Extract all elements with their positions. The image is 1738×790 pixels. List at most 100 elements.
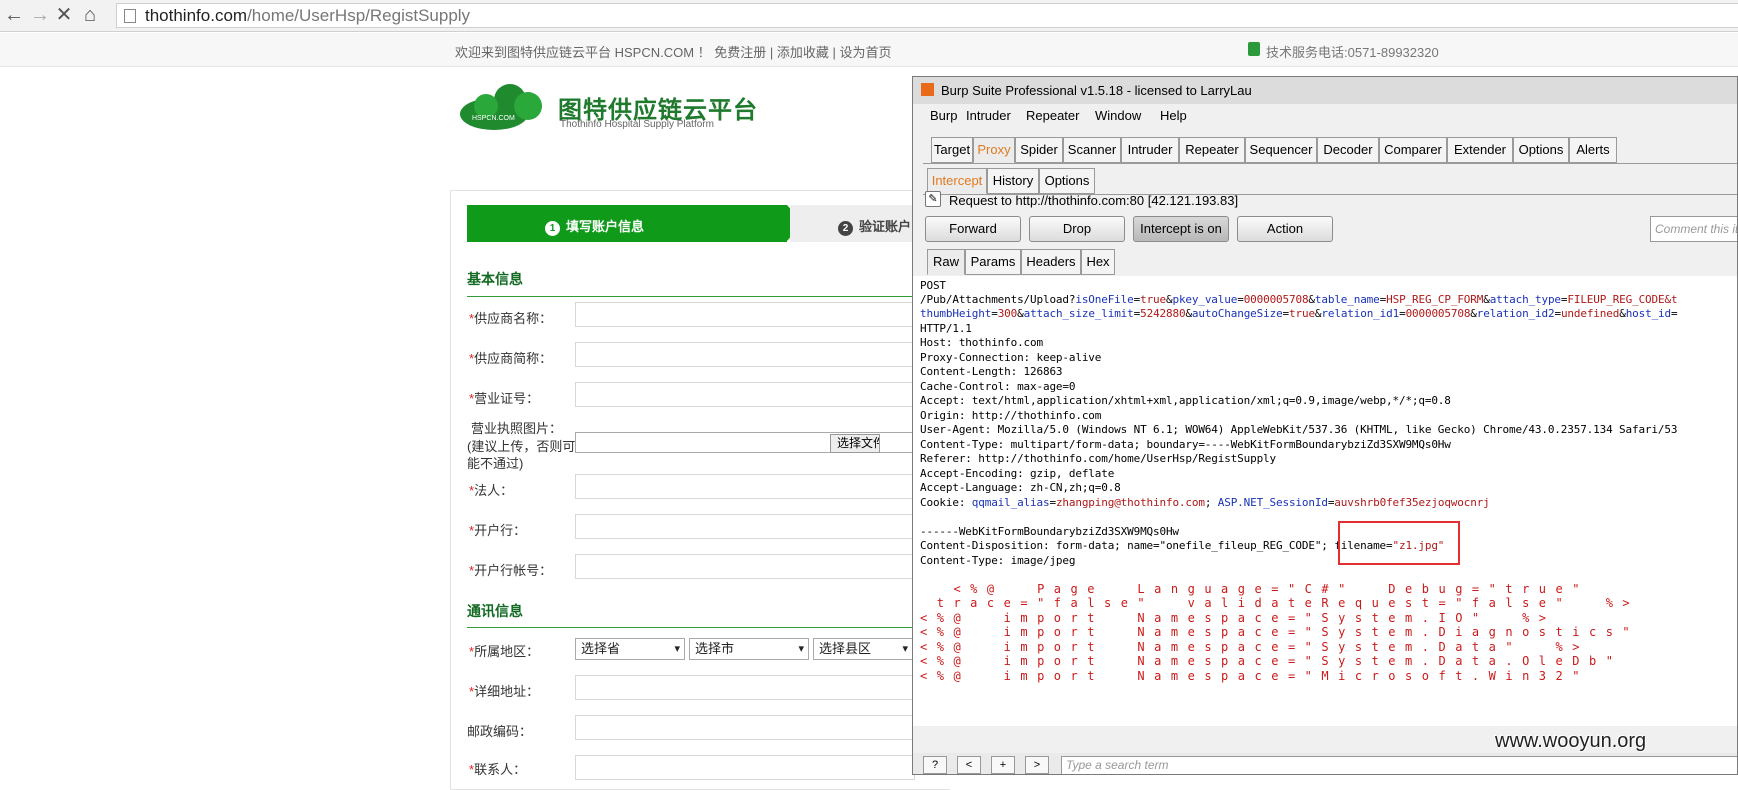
next-button[interactable]: > [1025, 756, 1049, 774]
burp-menubar: Burp Intruder Repeater Window Help [913, 105, 1737, 127]
address-bar[interactable]: thothinfo.com/home/UserHsp/RegistSupply [116, 3, 1738, 28]
label-region: *所属地区： [469, 644, 540, 659]
section-divider [467, 296, 917, 297]
payload-line: <%@ import Namespace="System.Data" %> [920, 640, 1589, 654]
request-editor[interactable]: POST /Pub/Attachments/Upload?isOneFile=t… [913, 276, 1737, 726]
tab-spider[interactable]: Spider [1015, 137, 1063, 163]
support-phone: 技术服务电话:0571-89932320 [1266, 45, 1439, 60]
req-line: thumbHeight=300&attach_size_limit=524288… [920, 307, 1678, 320]
menu-repeater[interactable]: Repeater [1026, 108, 1079, 123]
req-line: Content-Type: multipart/form-data; bound… [920, 438, 1451, 451]
browser-toolbar: ← → ✕ ⌂ thothinfo.com/home/UserHsp/Regis… [0, 0, 1738, 32]
tab-comparer[interactable]: Comparer [1379, 137, 1447, 163]
intercept-toggle-button[interactable]: Intercept is on [1133, 216, 1229, 242]
section-divider [467, 627, 917, 628]
tab-decoder[interactable]: Decoder [1317, 137, 1379, 163]
site-top-strip: 欢迎来到图特供应链云平台 HSPCN.COM ！ 免费注册 | 添加收藏 | 设… [0, 33, 1738, 67]
label-zip: 邮政编码： [467, 724, 533, 739]
home-icon[interactable]: ⌂ [78, 3, 102, 27]
supplier-short-input[interactable] [575, 342, 915, 367]
burp-window: Burp Suite Professional v1.5.18 - licens… [912, 76, 1738, 775]
req-line: Content-Length: 126863 [920, 365, 1063, 378]
burp-logo-icon [921, 83, 934, 96]
site-logo[interactable]: HSPCN.COM [458, 80, 558, 132]
bank-account-input[interactable] [575, 554, 915, 579]
req-line: Cache-Control: max-age=0 [920, 380, 1076, 393]
back-icon[interactable]: ← [2, 3, 26, 27]
prev-button[interactable]: < [957, 756, 981, 774]
zip-input[interactable] [575, 715, 915, 740]
pencil-icon: ✎ [925, 191, 941, 207]
add-button[interactable]: + [991, 756, 1015, 774]
comment-input[interactable]: Comment this item [1650, 216, 1737, 242]
viewtab-raw[interactable]: Raw [927, 249, 965, 275]
bank-input[interactable] [575, 514, 915, 539]
license-no-input[interactable] [575, 382, 915, 407]
menu-help[interactable]: Help [1160, 108, 1187, 123]
req-line: HTTP/1.1 [920, 322, 972, 335]
tab-alerts[interactable]: Alerts [1569, 137, 1617, 163]
watermark: www.wooyun.org [1495, 730, 1647, 752]
viewtab-headers[interactable]: Headers [1021, 249, 1081, 275]
viewtab-hex[interactable]: Hex [1081, 249, 1115, 275]
subtab-history[interactable]: History [987, 168, 1039, 194]
req-line: /Pub/Attachments/Upload?isOneFile=true&p… [920, 293, 1678, 306]
forward-button[interactable]: Forward [925, 216, 1021, 242]
req-line: Content-Type: image/jpeg [920, 554, 1076, 567]
tab-target[interactable]: Target [931, 137, 973, 163]
logo-text: HSPCN.COM [472, 115, 515, 122]
city-select[interactable]: 选择市 [689, 638, 809, 660]
label-supplier-short: *供应商简称： [469, 351, 553, 366]
url-path: /home/UserHsp/RegistSupply [247, 6, 471, 25]
step-1-number: 1 [545, 221, 560, 236]
req-line: Accept: text/html,application/xhtml+xml,… [920, 394, 1451, 407]
license-image-hint: (建议上传，否则可能不通过) [467, 439, 576, 471]
request-target: Request to http://thothinfo.com:80 [42.1… [949, 193, 1239, 208]
req-line: Proxy-Connection: keep-alive [920, 351, 1102, 364]
choose-file-button[interactable]: 选择文件 [830, 434, 880, 453]
subtab-options[interactable]: Options [1039, 168, 1095, 194]
province-select[interactable]: 选择省 [575, 638, 685, 660]
contact-input[interactable] [575, 755, 915, 780]
step-1-text: 填写账户信息 [566, 219, 645, 234]
burp-titlebar: Burp Suite Professional v1.5.18 - licens… [913, 77, 1737, 104]
forward-icon[interactable]: → [28, 3, 52, 27]
tab-intruder[interactable]: Intruder [1121, 137, 1179, 163]
legal-person-input[interactable] [575, 474, 915, 499]
search-input[interactable]: Type a search term [1061, 756, 1737, 774]
help-button[interactable]: ? [923, 756, 947, 774]
burp-title: Burp Suite Professional v1.5.18 - licens… [941, 83, 1252, 98]
req-line: Origin: http://thothinfo.com [920, 409, 1102, 422]
viewtab-params[interactable]: Params [965, 249, 1021, 275]
step-2-label: 2 验证账户 [838, 216, 911, 236]
label-address: *详细地址： [469, 684, 540, 699]
tab-repeater[interactable]: Repeater [1179, 137, 1245, 163]
req-line: User-Agent: Mozilla/5.0 (Windows NT 6.1;… [920, 423, 1678, 436]
payload-line: trace="false" validateRequest="false" %> [920, 596, 1640, 610]
label-license-no: *营业证号： [469, 391, 540, 406]
req-line: ------WebKitFormBoundarybziZd3SXW9MQs0Hw [920, 525, 1179, 538]
url-text: thothinfo.com/home/UserHsp/RegistSupply [145, 4, 470, 28]
payload-line: <%@ Page Language="C#" Debug="true" [920, 582, 1589, 596]
req-line: Cookie: qqmail_alias=zhangping@thothinfo… [920, 496, 1490, 509]
supplier-name-input[interactable] [575, 302, 915, 327]
county-select[interactable]: 选择县区 [813, 638, 913, 660]
tab-proxy[interactable]: Proxy [973, 137, 1015, 163]
payload-line: <%@ import Namespace="Microsoft.Win32" [920, 669, 1589, 683]
menu-window[interactable]: Window [1095, 108, 1141, 123]
label-license-image: 营业执照图片： [471, 421, 563, 436]
drop-button[interactable]: Drop [1029, 216, 1125, 242]
address-input[interactable] [575, 675, 915, 700]
tab-sequencer[interactable]: Sequencer [1245, 137, 1317, 163]
action-button[interactable]: Action [1237, 216, 1333, 242]
welcome-links[interactable]: 欢迎来到图特供应链云平台 HSPCN.COM ！ 免费注册 | 添加收藏 | 设… [455, 42, 891, 61]
step-1-label: 1 填写账户信息 [545, 216, 644, 236]
tab-options[interactable]: Options [1513, 137, 1569, 163]
menu-burp[interactable]: Burp [930, 108, 957, 123]
tab-scanner[interactable]: Scanner [1063, 137, 1121, 163]
menu-intruder[interactable]: Intruder [966, 108, 1011, 123]
tab-extender[interactable]: Extender [1447, 137, 1513, 163]
stop-icon[interactable]: ✕ [52, 3, 76, 27]
req-line: Host: thothinfo.com [920, 336, 1043, 349]
page-icon [124, 9, 136, 23]
